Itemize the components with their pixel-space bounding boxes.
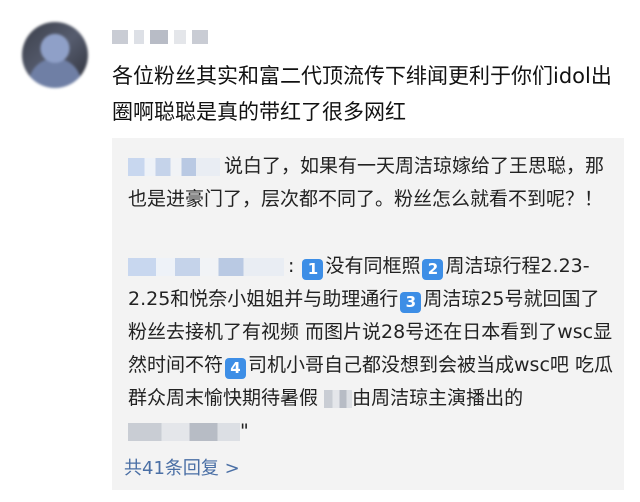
reply-item[interactable]: : 1 没有同框照 2 周洁琼行程2.23-2.25和悦奈小姐姐并与助理通行 3 周洁琼2… bbox=[128, 250, 614, 448]
blurred-name-block bbox=[174, 30, 186, 44]
number-badge-3: 3 bbox=[400, 292, 422, 313]
blurred-name-block bbox=[112, 30, 128, 44]
reply-username-blurred[interactable] bbox=[128, 257, 284, 276]
blurred-name-block bbox=[192, 30, 208, 44]
username-blurred[interactable] bbox=[112, 30, 208, 44]
reply-separator: : bbox=[288, 255, 295, 277]
blurred-name-block bbox=[134, 30, 144, 44]
blurred-text-block bbox=[324, 389, 353, 408]
reply-username-blurred[interactable] bbox=[128, 157, 220, 176]
reply-segment: 没有同框照 bbox=[325, 255, 421, 277]
number-badge-2: 2 bbox=[422, 259, 444, 280]
reply-segment: 由周洁琼主演播出的 bbox=[352, 387, 524, 409]
blurred-name-block bbox=[150, 30, 168, 44]
number-badge-4: 4 bbox=[225, 358, 247, 379]
reply-tail: " bbox=[240, 420, 249, 442]
avatar[interactable] bbox=[22, 22, 88, 88]
comment-text: 各位粉丝其实和富二代顶流传下绯闻更利于你们idol出圈啊聪聪是真的带红了很多网红 bbox=[112, 64, 612, 124]
reply-item[interactable]: 说白了，如果有一天周洁琼嫁给了王思聪，那也是进豪门了，层次都不同了。粉丝怎么就看… bbox=[128, 150, 614, 216]
blurred-text-block bbox=[128, 422, 240, 441]
more-replies-link[interactable]: 共41条回复 > bbox=[124, 454, 240, 480]
number-badge-1: 1 bbox=[302, 259, 324, 280]
replies-box: 说白了，如果有一天周洁琼嫁给了王思聪，那也是进豪门了，层次都不同了。粉丝怎么就看… bbox=[112, 138, 624, 490]
